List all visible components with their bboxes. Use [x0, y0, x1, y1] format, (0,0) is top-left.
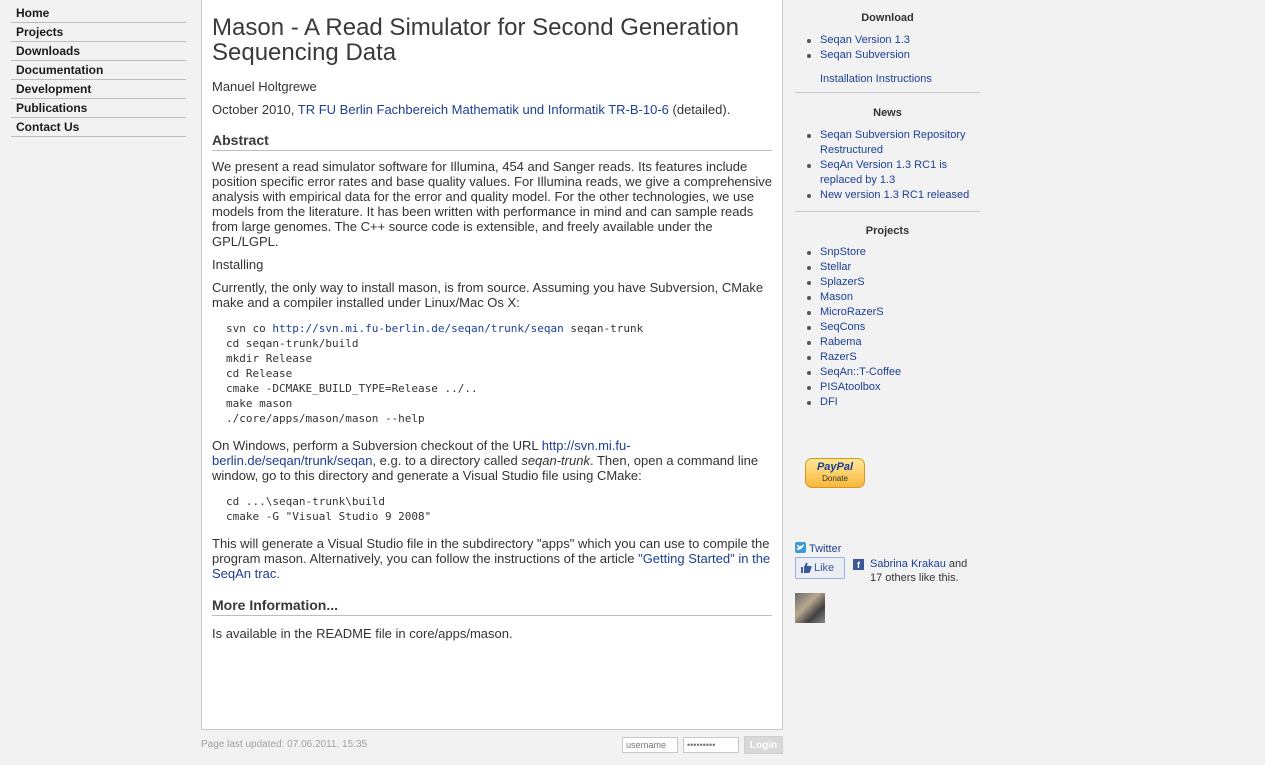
- divider: [795, 92, 980, 93]
- facebook-icon: f: [853, 559, 864, 570]
- project-item[interactable]: MicroRazerS: [807, 305, 980, 320]
- twitter-link[interactable]: Twitter: [795, 542, 841, 556]
- download-item[interactable]: Seqan Version 1.3: [807, 33, 980, 48]
- project-link[interactable]: MicroRazerS: [820, 306, 884, 318]
- news-item[interactable]: Seqan Subversion Repository Restructured: [807, 128, 970, 158]
- paypal-donate-label: Donate: [822, 474, 848, 483]
- project-item[interactable]: SeqCons: [807, 320, 980, 335]
- last-updated: Page last updated: 07.06.2011, 15:35: [201, 739, 368, 750]
- username-input[interactable]: [622, 737, 678, 753]
- divider: [795, 211, 980, 212]
- like-label: Like: [814, 562, 835, 574]
- project-link[interactable]: PISAtoolbox: [820, 381, 881, 393]
- visual-studio-text: This will generate a Visual Studio file …: [212, 536, 772, 581]
- password-input[interactable]: [683, 737, 739, 753]
- publication-suffix: (detailed).: [672, 102, 731, 117]
- facebook-and: and: [945, 558, 968, 570]
- projects-list: SnpStore Stellar SplazerS Mason MicroRaz…: [795, 245, 980, 410]
- publication-info: October 2010, TR FU Berlin Fachbereich M…: [212, 102, 772, 117]
- windows-instructions: On Windows, perform a Subversion checkou…: [212, 438, 772, 483]
- login-button[interactable]: Login: [744, 736, 783, 754]
- unix-install-code: svn co http://svn.mi.fu-berlin.de/seqan/…: [226, 321, 772, 426]
- publication-link[interactable]: TR FU Berlin Fachbereich Mathematik und …: [298, 102, 669, 117]
- code-build-steps: cd seqan-trunk/build mkdir Release cd Re…: [226, 337, 478, 425]
- nav-item-documentation[interactable]: Documentation: [11, 61, 186, 80]
- code-svn-suffix: seqan-trunk: [563, 322, 644, 335]
- facebook-friend-avatar[interactable]: [795, 593, 825, 623]
- more-info-heading: More Information...: [212, 597, 772, 616]
- download-heading: Download: [861, 12, 914, 24]
- article-author: Manuel Holtgrewe: [212, 79, 317, 94]
- project-item[interactable]: RazerS: [807, 350, 980, 365]
- download-list: Seqan Version 1.3 Seqan Subversion: [795, 33, 980, 63]
- main-nav: Home Projects Downloads Documentation De…: [11, 4, 186, 137]
- news-item[interactable]: New version 1.3 RC1 released: [807, 188, 970, 203]
- download-item[interactable]: Seqan Subversion: [807, 48, 980, 63]
- code-svn-prefix: svn co: [226, 322, 273, 335]
- publication-date: October 2010,: [212, 102, 295, 117]
- project-item[interactable]: SplazerS: [807, 275, 980, 290]
- news-heading: News: [873, 107, 902, 119]
- projects-heading: Projects: [865, 225, 910, 237]
- project-item[interactable]: Rabema: [807, 335, 980, 350]
- paypal-logo: PayPal: [816, 461, 854, 473]
- project-link[interactable]: Mason: [820, 291, 853, 303]
- project-item[interactable]: Stellar: [807, 260, 980, 275]
- abstract-text: We present a read simulator software for…: [212, 159, 772, 249]
- install-intro: Currently, the only way to install mason…: [212, 280, 764, 310]
- nav-item-contact-us[interactable]: Contact Us: [11, 118, 186, 137]
- download-link[interactable]: Seqan Subversion: [820, 49, 910, 61]
- facebook-social-text: Sabrina Krakau and 17 others like this.: [870, 557, 980, 585]
- paypal-donate-button[interactable]: PayPal Donate: [805, 458, 865, 488]
- project-link[interactable]: DFI: [820, 396, 838, 408]
- article-content: Mason - A Read Simulator for Second Gene…: [201, 0, 783, 730]
- project-link[interactable]: RazerS: [820, 351, 857, 363]
- nav-item-home[interactable]: Home: [11, 4, 186, 23]
- vs-suffix: .: [276, 566, 280, 581]
- right-sidebar: Download Seqan Version 1.3 Seqan Subvers…: [795, 0, 980, 623]
- thumbs-up-icon: [801, 562, 812, 573]
- news-link[interactable]: Seqan Subversion Repository Restructured: [820, 129, 966, 156]
- project-link[interactable]: Rabema: [820, 336, 862, 348]
- project-item[interactable]: SeqAn::T-Coffee: [807, 365, 980, 380]
- project-item[interactable]: PISAtoolbox: [807, 380, 980, 395]
- news-item[interactable]: SeqAn Version 1.3 RC1 is replaced by 1.3: [807, 158, 970, 188]
- facebook-like-button[interactable]: Like: [795, 557, 845, 579]
- more-info-text: Is available in the README file in core/…: [212, 626, 513, 641]
- facebook-friend-link[interactable]: Sabrina Krakau: [870, 558, 946, 570]
- windows-install-code: cd ...\seqan-trunk\build cmake -G "Visua…: [226, 495, 432, 523]
- project-link[interactable]: SeqCons: [820, 321, 865, 333]
- news-list: Seqan Subversion Repository Restructured…: [795, 128, 980, 203]
- windows-prefix: On Windows, perform a Subversion checkou…: [212, 438, 542, 453]
- nav-item-publications[interactable]: Publications: [11, 99, 186, 118]
- project-item[interactable]: DFI: [807, 395, 980, 410]
- project-item[interactable]: Mason: [807, 290, 980, 305]
- installation-instructions-link[interactable]: Installation Instructions: [795, 72, 980, 87]
- download-link[interactable]: Seqan Version 1.3: [820, 34, 910, 46]
- abstract-heading: Abstract: [212, 132, 772, 151]
- nav-item-development[interactable]: Development: [11, 80, 186, 99]
- news-link[interactable]: New version 1.3 RC1 released: [820, 189, 969, 201]
- windows-dir: seqan-trunk: [521, 453, 590, 468]
- project-link[interactable]: SplazerS: [820, 276, 865, 288]
- project-link[interactable]: Stellar: [820, 261, 851, 273]
- page-title: Mason - A Read Simulator for Second Gene…: [212, 14, 739, 66]
- windows-mid: , e.g. to a directory called: [372, 453, 522, 468]
- svn-url-link[interactable]: http://svn.mi.fu-berlin.de/seqan/trunk/s…: [272, 322, 563, 335]
- project-item[interactable]: SnpStore: [807, 245, 980, 260]
- facebook-others: 17 others like this.: [870, 572, 959, 584]
- nav-item-downloads[interactable]: Downloads: [11, 42, 186, 61]
- twitter-icon: [795, 542, 806, 553]
- project-link[interactable]: SeqAn::T-Coffee: [820, 366, 901, 378]
- twitter-label[interactable]: Twitter: [809, 543, 841, 555]
- installing-label: Installing: [212, 257, 264, 272]
- news-link[interactable]: SeqAn Version 1.3 RC1 is replaced by 1.3: [820, 159, 947, 186]
- nav-item-projects[interactable]: Projects: [11, 23, 186, 42]
- project-link[interactable]: SnpStore: [820, 246, 866, 258]
